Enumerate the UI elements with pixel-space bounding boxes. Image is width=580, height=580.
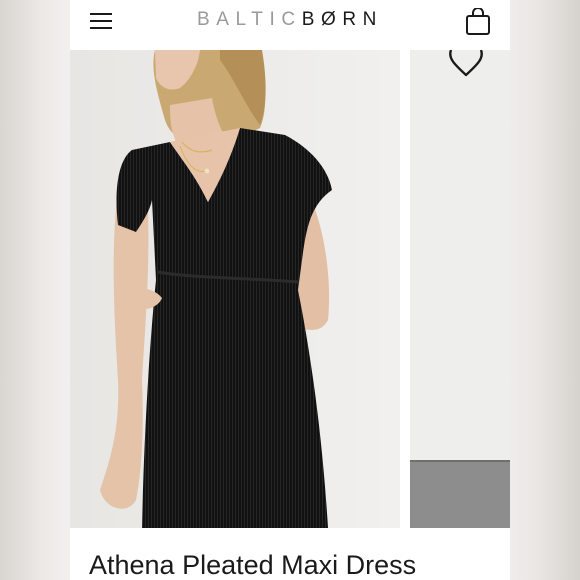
background-blur-left [0,0,70,580]
hamburger-menu-icon[interactable] [90,12,112,30]
product-image-gallery[interactable] [70,50,510,528]
model-photo [70,50,400,528]
product-image-main[interactable] [70,50,400,528]
heart-icon[interactable] [448,50,484,78]
brand-logo-right: BØRN [301,9,383,30]
product-title: Athena Pleated Maxi Dress [89,550,417,580]
brand-logo[interactable]: BALTICBØRN [170,9,410,31]
shopping-bag-icon[interactable] [465,8,491,36]
floor-strip [410,460,510,528]
phone-screen: BALTICBØRN Athena Pleated Maxi Dress [70,0,510,580]
product-image-next[interactable] [410,50,510,528]
background-blur-right [510,0,580,580]
product-info: Athena Pleated Maxi Dress [70,528,510,580]
site-header: BALTICBØRN [70,0,510,50]
brand-logo-left: BALTIC [196,9,302,30]
